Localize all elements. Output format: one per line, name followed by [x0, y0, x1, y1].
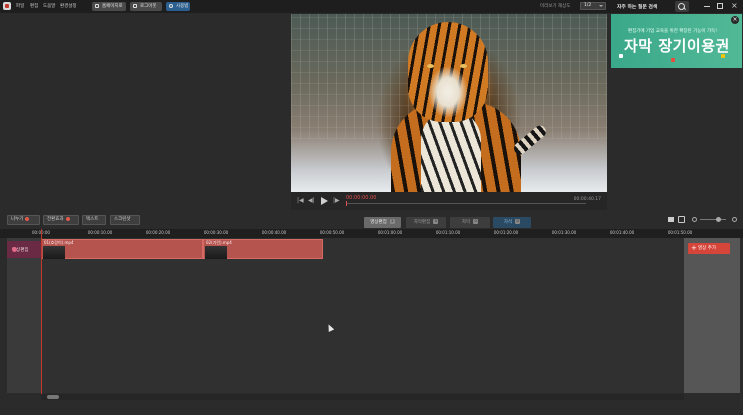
user-guide-label: 사용법: [176, 4, 189, 9]
homepage-button[interactable]: 홈페이지로: [92, 2, 126, 11]
zoom-slider[interactable]: [700, 219, 726, 220]
split-label: 나누기: [11, 217, 24, 222]
keyboard-icon[interactable]: [668, 217, 674, 222]
ruler-tick: 00:01:50.00: [667, 230, 693, 235]
tab-magnet[interactable]: 자석 0: [493, 217, 531, 228]
app-logo-icon: [3, 2, 11, 10]
banner-subtitle: 편집기에 기업 교육을 위한 확장된 기능이 가득!: [628, 29, 718, 34]
transition-label: 전환효과: [47, 217, 64, 222]
clip-thumbnail: [43, 246, 65, 259]
ruler-tick: 00:00:20.00: [145, 230, 171, 235]
timeline-area[interactable]: [7, 238, 740, 393]
text-label: 텍스트: [86, 217, 99, 222]
play-icon[interactable]: [321, 197, 328, 205]
timeline-clip[interactable]: 02(기린).mp4: [203, 239, 323, 259]
track-indicator-icon: [12, 247, 17, 252]
preview-resolution-select[interactable]: 1/2: [580, 2, 606, 10]
close-icon[interactable]: ×: [731, 2, 738, 10]
minimize-icon[interactable]: [704, 6, 710, 7]
search-button[interactable]: [675, 1, 689, 12]
screenshot-label: 스크린샷: [114, 217, 131, 222]
ruler-tick: 00:00:40.00: [261, 230, 287, 235]
tiger-image: [408, 22, 488, 122]
banner-title: 자막 장기이용권: [624, 37, 730, 55]
video-preview[interactable]: [291, 14, 607, 192]
ruler-tick: 00:00:30.00: [203, 230, 229, 235]
ruler-tick: 00:01:10.00: [435, 230, 461, 235]
track-header-column: [7, 238, 41, 393]
resolution-value: 1/2: [584, 3, 592, 8]
logout-icon: [133, 4, 137, 8]
maximize-icon[interactable]: [717, 3, 723, 9]
text-button[interactable]: 텍스트: [82, 215, 106, 225]
tab-subtitle[interactable]: 자막 0: [450, 217, 490, 228]
transition-button[interactable]: 전환효과: [43, 215, 79, 225]
preview-resolution-label: 미리보기 해상도: [540, 4, 571, 9]
playback-progress-track[interactable]: [346, 203, 586, 204]
timeline-clip[interactable]: 01(호랑이).mp4: [41, 239, 203, 259]
promo-banner[interactable]: × 편집기에 기업 교육을 위한 확장된 기능이 가득! 자막 장기이용권: [611, 14, 742, 68]
chevron-down-icon: [599, 5, 603, 7]
split-button[interactable]: 나누기: [7, 215, 40, 225]
user-guide-button[interactable]: 사용법: [166, 2, 190, 11]
step-back-icon[interactable]: ◀|: [308, 198, 315, 204]
close-icon[interactable]: ×: [731, 16, 739, 24]
plus-icon: +: [691, 244, 697, 252]
timeline-right-panel: [684, 238, 740, 393]
skip-start-icon[interactable]: |◀: [297, 198, 304, 204]
current-timecode: 00:00:00.00: [346, 195, 377, 201]
menu-file[interactable]: 파일: [16, 3, 24, 9]
timeline-scrollbar[interactable]: [41, 394, 684, 400]
screenshot-button[interactable]: 스크린샷: [110, 215, 140, 225]
step-forward-icon[interactable]: |▶: [333, 198, 340, 204]
zoom-in-icon[interactable]: [732, 217, 737, 222]
homepage-label: 홈페이지로: [102, 4, 123, 9]
track-label-video[interactable]: 영상편집: [7, 241, 41, 258]
player-controls: |◀ ◀| |▶ 00:00:00.00 00:00:40.17: [291, 192, 607, 210]
clip-thumbnail: [205, 246, 227, 259]
zoom-handle[interactable]: [716, 217, 721, 222]
menu-edit[interactable]: 편집: [30, 3, 38, 9]
faq-search-link[interactable]: 자주 하는 질문 검색: [617, 3, 657, 10]
user-icon: [169, 4, 173, 8]
menu-help[interactable]: 도움말: [43, 3, 55, 9]
add-video-label: 영상 추가: [698, 246, 716, 251]
total-timecode: 00:00:40.17: [573, 197, 601, 202]
ruler-tick: 00:01:20.00: [493, 230, 519, 235]
tab-subtitle-edit[interactable]: 자막편집 0: [406, 217, 446, 228]
fit-icon[interactable]: [678, 216, 685, 223]
zoom-out-icon[interactable]: [692, 217, 697, 222]
ruler-tick: 00:01:40.00: [609, 230, 635, 235]
menu-settings[interactable]: 환경설정: [60, 3, 77, 9]
ruler-tick: 00:01:00.00: [377, 230, 403, 235]
timeline-ruler[interactable]: 00:00:00 00:00:10.00 00:00:20.00 00:00:3…: [0, 229, 743, 238]
playback-progress-handle[interactable]: [346, 201, 347, 206]
ruler-tick: 00:01:30.00: [551, 230, 577, 235]
home-icon: [95, 4, 99, 8]
scrollbar-thumb[interactable]: [47, 395, 59, 399]
ruler-tick: 00:00:10.00: [87, 230, 113, 235]
timeline-playhead[interactable]: [41, 229, 42, 395]
logout-label: 로그아웃: [140, 4, 157, 9]
ruler-tick: 00:00:50.00: [319, 230, 345, 235]
tab-video-edit[interactable]: 영상편집 1: [364, 217, 401, 228]
add-video-button[interactable]: + 영상 추가: [688, 243, 730, 254]
logout-button[interactable]: 로그아웃: [130, 2, 162, 11]
